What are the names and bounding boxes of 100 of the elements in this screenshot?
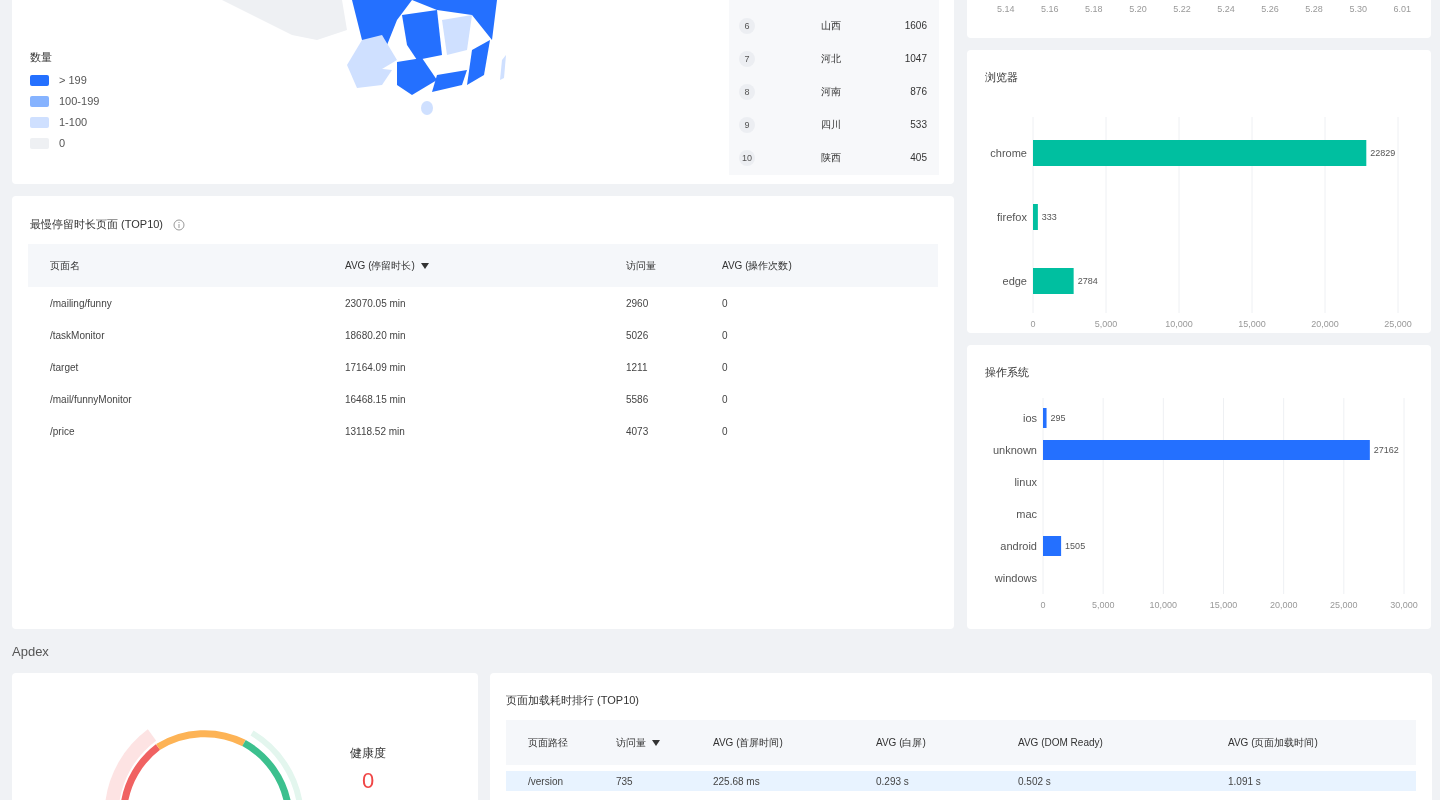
tick-label: 25,000 <box>1384 319 1412 329</box>
region-count: 1047 <box>904 53 927 64</box>
table-cell-text: 0 <box>722 425 729 437</box>
rank-number: 9 <box>739 116 755 133</box>
table-cell-text: 16468.15 min <box>345 393 407 405</box>
region-name: 河北 <box>821 51 841 66</box>
axis-label: 5.30 <box>1349 4 1367 16</box>
column-header[interactable]: AVG (首屏时间) <box>713 735 783 750</box>
rank-number: 6 <box>739 17 755 34</box>
axis-label: 5.14 <box>997 4 1015 16</box>
value-label: 22829 <box>1370 148 1396 158</box>
column-header[interactable]: 页面名 <box>50 258 80 273</box>
category-label: android <box>1000 540 1037 552</box>
sort-down-icon[interactable] <box>420 262 429 269</box>
category-label: ios <box>1022 412 1037 424</box>
region-count: 405 <box>910 152 927 163</box>
column-header[interactable]: AVG (DOM Ready) <box>1018 737 1103 748</box>
bar <box>1033 268 1074 294</box>
table-cell-text: 18680.20 min <box>345 329 407 341</box>
value-label: 2784 <box>1077 276 1098 286</box>
category-label: windows <box>994 572 1037 584</box>
tick-label: 20,000 <box>1269 600 1298 610</box>
table-cell-text: 735 <box>616 775 634 787</box>
section-title: Apdex <box>12 642 50 661</box>
legend-label: 1-100 <box>59 116 88 128</box>
column-header[interactable]: AVG (白屏) <box>876 735 926 750</box>
column-header[interactable]: AVG (操作次数) <box>722 258 792 273</box>
table-cell-text: 17164.09 min <box>345 361 407 373</box>
rank-number: 8 <box>739 83 755 100</box>
region-name: 河南 <box>821 84 841 99</box>
tick-label: 5,000 <box>1094 319 1118 329</box>
value-label: 1505 <box>1065 541 1086 551</box>
table-cell-text: /mailing/funny <box>50 297 113 309</box>
category-label: chrome <box>990 147 1027 159</box>
sort-down-icon[interactable] <box>652 739 660 746</box>
table-cell-text: 2960 <box>626 297 650 309</box>
axis-label: 6.01 <box>1393 4 1411 16</box>
rank-number: 7 <box>739 50 755 67</box>
card-title: 操作系统 <box>985 365 1030 380</box>
category-label: mac <box>1016 508 1037 520</box>
table-cell-text: 0.502 s <box>1018 775 1052 787</box>
table-cell-text: 0.293 s <box>876 775 910 787</box>
category-label: firefox <box>997 211 1027 223</box>
tick-label: 0 <box>1040 600 1046 610</box>
bar <box>1033 204 1038 230</box>
axis-label: 5.28 <box>1305 4 1323 16</box>
table-cell-text: 5586 <box>626 393 650 405</box>
table-cell-text: 0 <box>722 297 729 309</box>
table-cell-text: /price <box>50 425 76 437</box>
tick-label: 10,000 <box>1165 319 1193 329</box>
axis-label: 5.20 <box>1129 4 1147 16</box>
axis-label: 5.18 <box>1085 4 1103 16</box>
axis-label: 5.16 <box>1041 4 1059 16</box>
category-label: linux <box>1014 476 1037 488</box>
tick-label: 30,000 <box>1390 600 1418 610</box>
column-header[interactable]: AVG (停留时长) <box>345 258 429 273</box>
tick-label: 25,000 <box>1330 600 1358 610</box>
axis-label: 5.26 <box>1261 4 1279 16</box>
table-cell-text: 13118.52 min <box>345 425 406 437</box>
table-cell-text: 23070.05 min <box>345 297 407 309</box>
axis-label: 5.22 <box>1173 4 1191 16</box>
table-cell-text: 225.68 ms <box>713 775 761 787</box>
table-cell-text: 1211 <box>626 361 649 373</box>
tick-label: 5,000 <box>1091 600 1115 610</box>
legend-label: 100-199 <box>59 95 100 107</box>
card-title: 最慢停留时长页面 (TOP10) <box>30 217 164 232</box>
column-header[interactable]: 访问量 <box>626 258 656 273</box>
category-label: edge <box>1002 275 1027 287</box>
table-cell-text: /target <box>50 361 80 373</box>
region-name: 四川 <box>821 117 841 132</box>
gauge-value: 0 <box>361 768 375 794</box>
tick-label: 20,000 <box>1311 319 1339 329</box>
table-cell-text: /mail/funnyMonitor <box>50 393 133 405</box>
region-name: 陕西 <box>821 150 841 165</box>
table-cell-text: 0 <box>722 361 729 373</box>
category-label: unknown <box>992 444 1037 456</box>
table-cell-text: /taskMonitor <box>50 329 106 341</box>
legend-label: 0 <box>59 137 66 149</box>
table-cell-text: 0 <box>722 329 729 341</box>
rank-number: 10 <box>739 149 755 166</box>
table-cell-text: 4073 <box>626 425 650 437</box>
region-name: 山西 <box>821 18 841 33</box>
column-header[interactable]: 页面路径 <box>528 735 568 750</box>
tick-label: 15,000 <box>1209 600 1238 610</box>
column-header[interactable]: AVG (页面加载时间) <box>1228 735 1318 750</box>
region-count: 876 <box>910 86 927 97</box>
tick-label: 0 <box>1030 319 1036 329</box>
gauge-label: 健康度 <box>350 745 386 762</box>
table-cell-text: /version <box>528 775 564 787</box>
table-cell-text: 5026 <box>626 329 650 341</box>
region-count: 533 <box>910 119 927 130</box>
region-count: 1606 <box>904 20 927 31</box>
legend-title: 数量 <box>30 50 53 65</box>
bar <box>1043 536 1062 556</box>
column-header[interactable]: 访问量 <box>616 735 660 750</box>
table-row[interactable]: /version 735 225.68 ms 0.293 s 0.502 s 1.091 s <box>506 771 1416 791</box>
tick-label: 15,000 <box>1238 319 1266 329</box>
axis-label: 5.24 <box>1217 4 1235 16</box>
card-title: 浏览器 <box>985 70 1019 85</box>
value-label: 27162 <box>1373 445 1399 455</box>
